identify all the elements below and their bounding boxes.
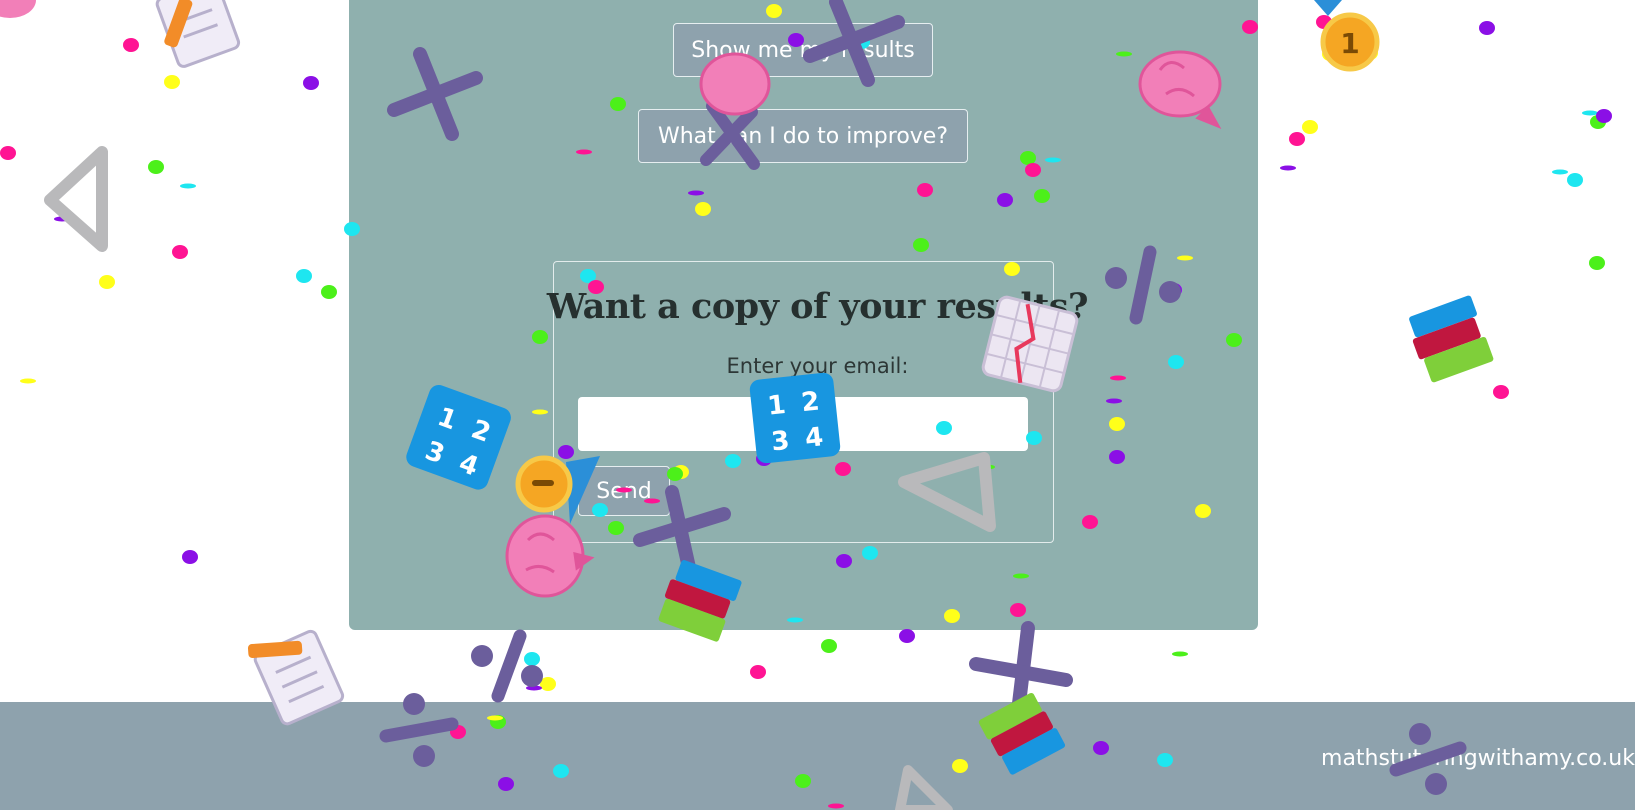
confetti-dot	[1552, 169, 1568, 175]
email-input[interactable]	[578, 397, 1028, 451]
multiply-icon	[969, 621, 1073, 719]
confetti-dot	[296, 269, 312, 283]
confetti-dot	[899, 629, 915, 643]
confetti-dot	[1172, 651, 1188, 657]
copy-results-title: Want a copy of your results?	[546, 286, 1089, 327]
confetti-dot	[164, 75, 180, 89]
confetti-dot	[54, 216, 70, 222]
confetti-dot	[1567, 173, 1583, 187]
confetti-dot	[148, 160, 164, 174]
confetti-dot	[540, 677, 556, 691]
notepad-pencil-icon	[155, 0, 241, 68]
confetti-dot	[750, 665, 766, 679]
confetti-dot	[524, 652, 540, 666]
confetti-dot	[1302, 120, 1318, 134]
email-label: Enter your email:	[726, 354, 909, 378]
confetti-dot	[1493, 385, 1509, 399]
confetti-dot	[1362, 46, 1378, 60]
send-button[interactable]: Send	[578, 466, 670, 516]
confetti-dot	[172, 245, 188, 259]
confetti-dot	[821, 639, 837, 653]
confetti-dot	[1589, 256, 1605, 270]
confetti-dot	[1289, 132, 1305, 146]
confetti-dot	[20, 378, 36, 384]
confetti-dot	[182, 550, 198, 564]
improve-button[interactable]: What can I do to improve?	[638, 109, 968, 163]
brain-icon	[0, 0, 36, 18]
confetti-dot	[1479, 21, 1495, 35]
confetti-dot	[1582, 110, 1598, 116]
confetti-dot	[0, 146, 16, 160]
confetti-dot	[1316, 15, 1332, 29]
confetti-dot	[1322, 47, 1338, 61]
confetti-dot	[1590, 115, 1606, 129]
svg-text:1: 1	[1340, 27, 1359, 60]
confetti-dot	[1596, 109, 1612, 123]
footer-site-link[interactable]: mathstutoringwithamy.co.uk	[1321, 746, 1635, 771]
show-results-button[interactable]: Show me my results	[673, 23, 933, 77]
confetti-dot	[303, 76, 319, 90]
confetti-dot	[123, 38, 139, 52]
confetti-dot	[526, 685, 542, 691]
set-square-icon	[44, 146, 108, 252]
percent-icon	[471, 629, 543, 703]
confetti-dot	[180, 183, 196, 189]
confetti-dot	[1280, 165, 1296, 171]
medal-icon: 1	[1314, 0, 1380, 72]
